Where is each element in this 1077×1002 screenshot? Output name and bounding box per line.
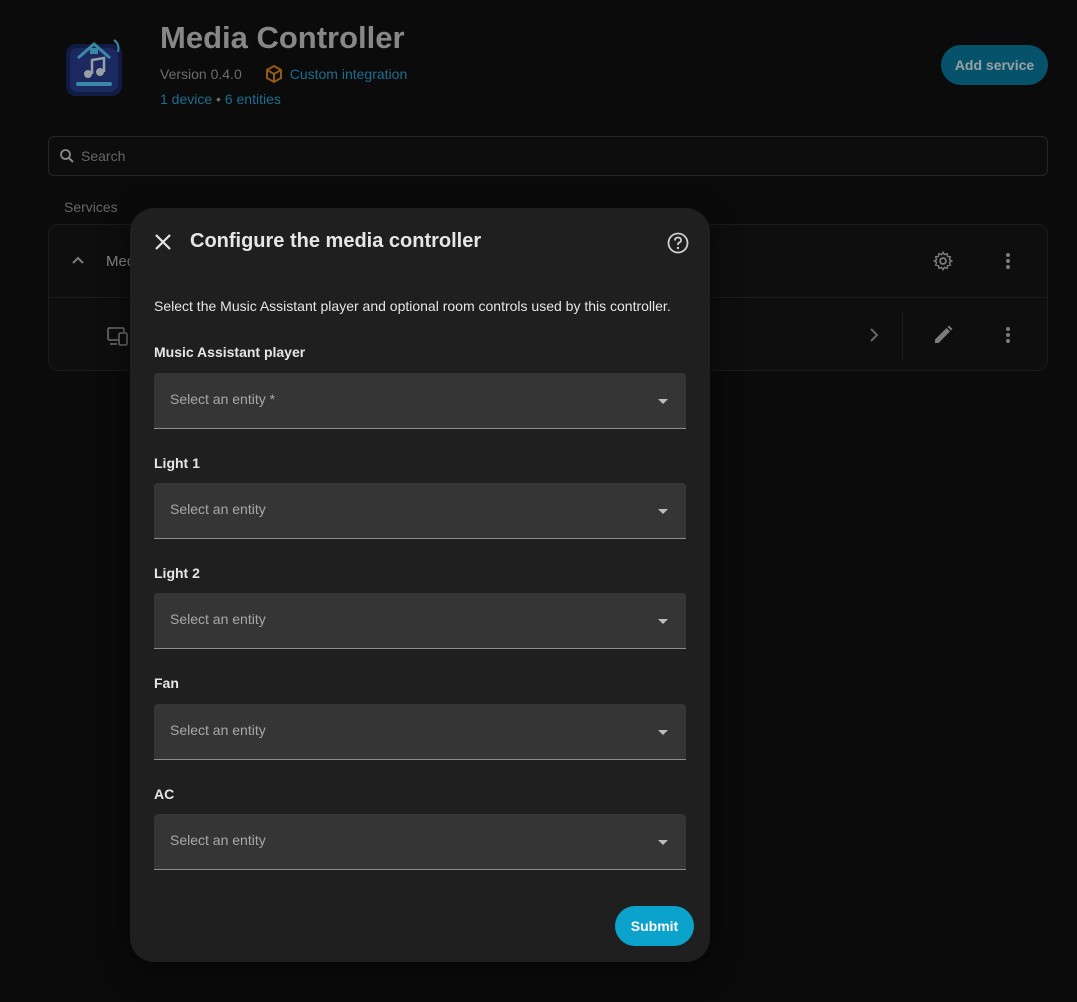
dialog-title: Configure the media controller (190, 230, 482, 252)
select-placeholder: Select an entity (170, 611, 266, 627)
configure-dialog: Configure the media controller Select th… (130, 208, 710, 962)
dropdown-caret-icon (658, 840, 668, 845)
music-player-select[interactable]: Select an entity * (154, 373, 686, 429)
light-2-select[interactable]: Select an entity (154, 593, 686, 649)
ac-select[interactable]: Select an entity (154, 814, 686, 870)
select-placeholder: Select an entity * (170, 391, 276, 407)
submit-button[interactable]: Submit (615, 906, 694, 946)
dropdown-caret-icon (658, 399, 668, 404)
dropdown-caret-icon (658, 730, 668, 735)
field-label-fan: Fan (154, 675, 179, 691)
dropdown-caret-icon (658, 509, 668, 514)
select-placeholder: Select an entity (170, 832, 266, 848)
help-icon[interactable] (666, 231, 690, 255)
close-icon[interactable] (152, 231, 174, 253)
field-label-music-player: Music Assistant player (154, 344, 306, 360)
dropdown-caret-icon (658, 619, 668, 624)
select-placeholder: Select an entity (170, 722, 266, 738)
fan-select[interactable]: Select an entity (154, 704, 686, 760)
light-1-select[interactable]: Select an entity (154, 483, 686, 539)
field-label-light-1: Light 1 (154, 455, 200, 471)
select-placeholder: Select an entity (170, 501, 266, 517)
field-label-ac: AC (154, 786, 175, 802)
dialog-description: Select the Music Assistant player and op… (154, 298, 671, 314)
field-label-light-2: Light 2 (154, 565, 200, 581)
